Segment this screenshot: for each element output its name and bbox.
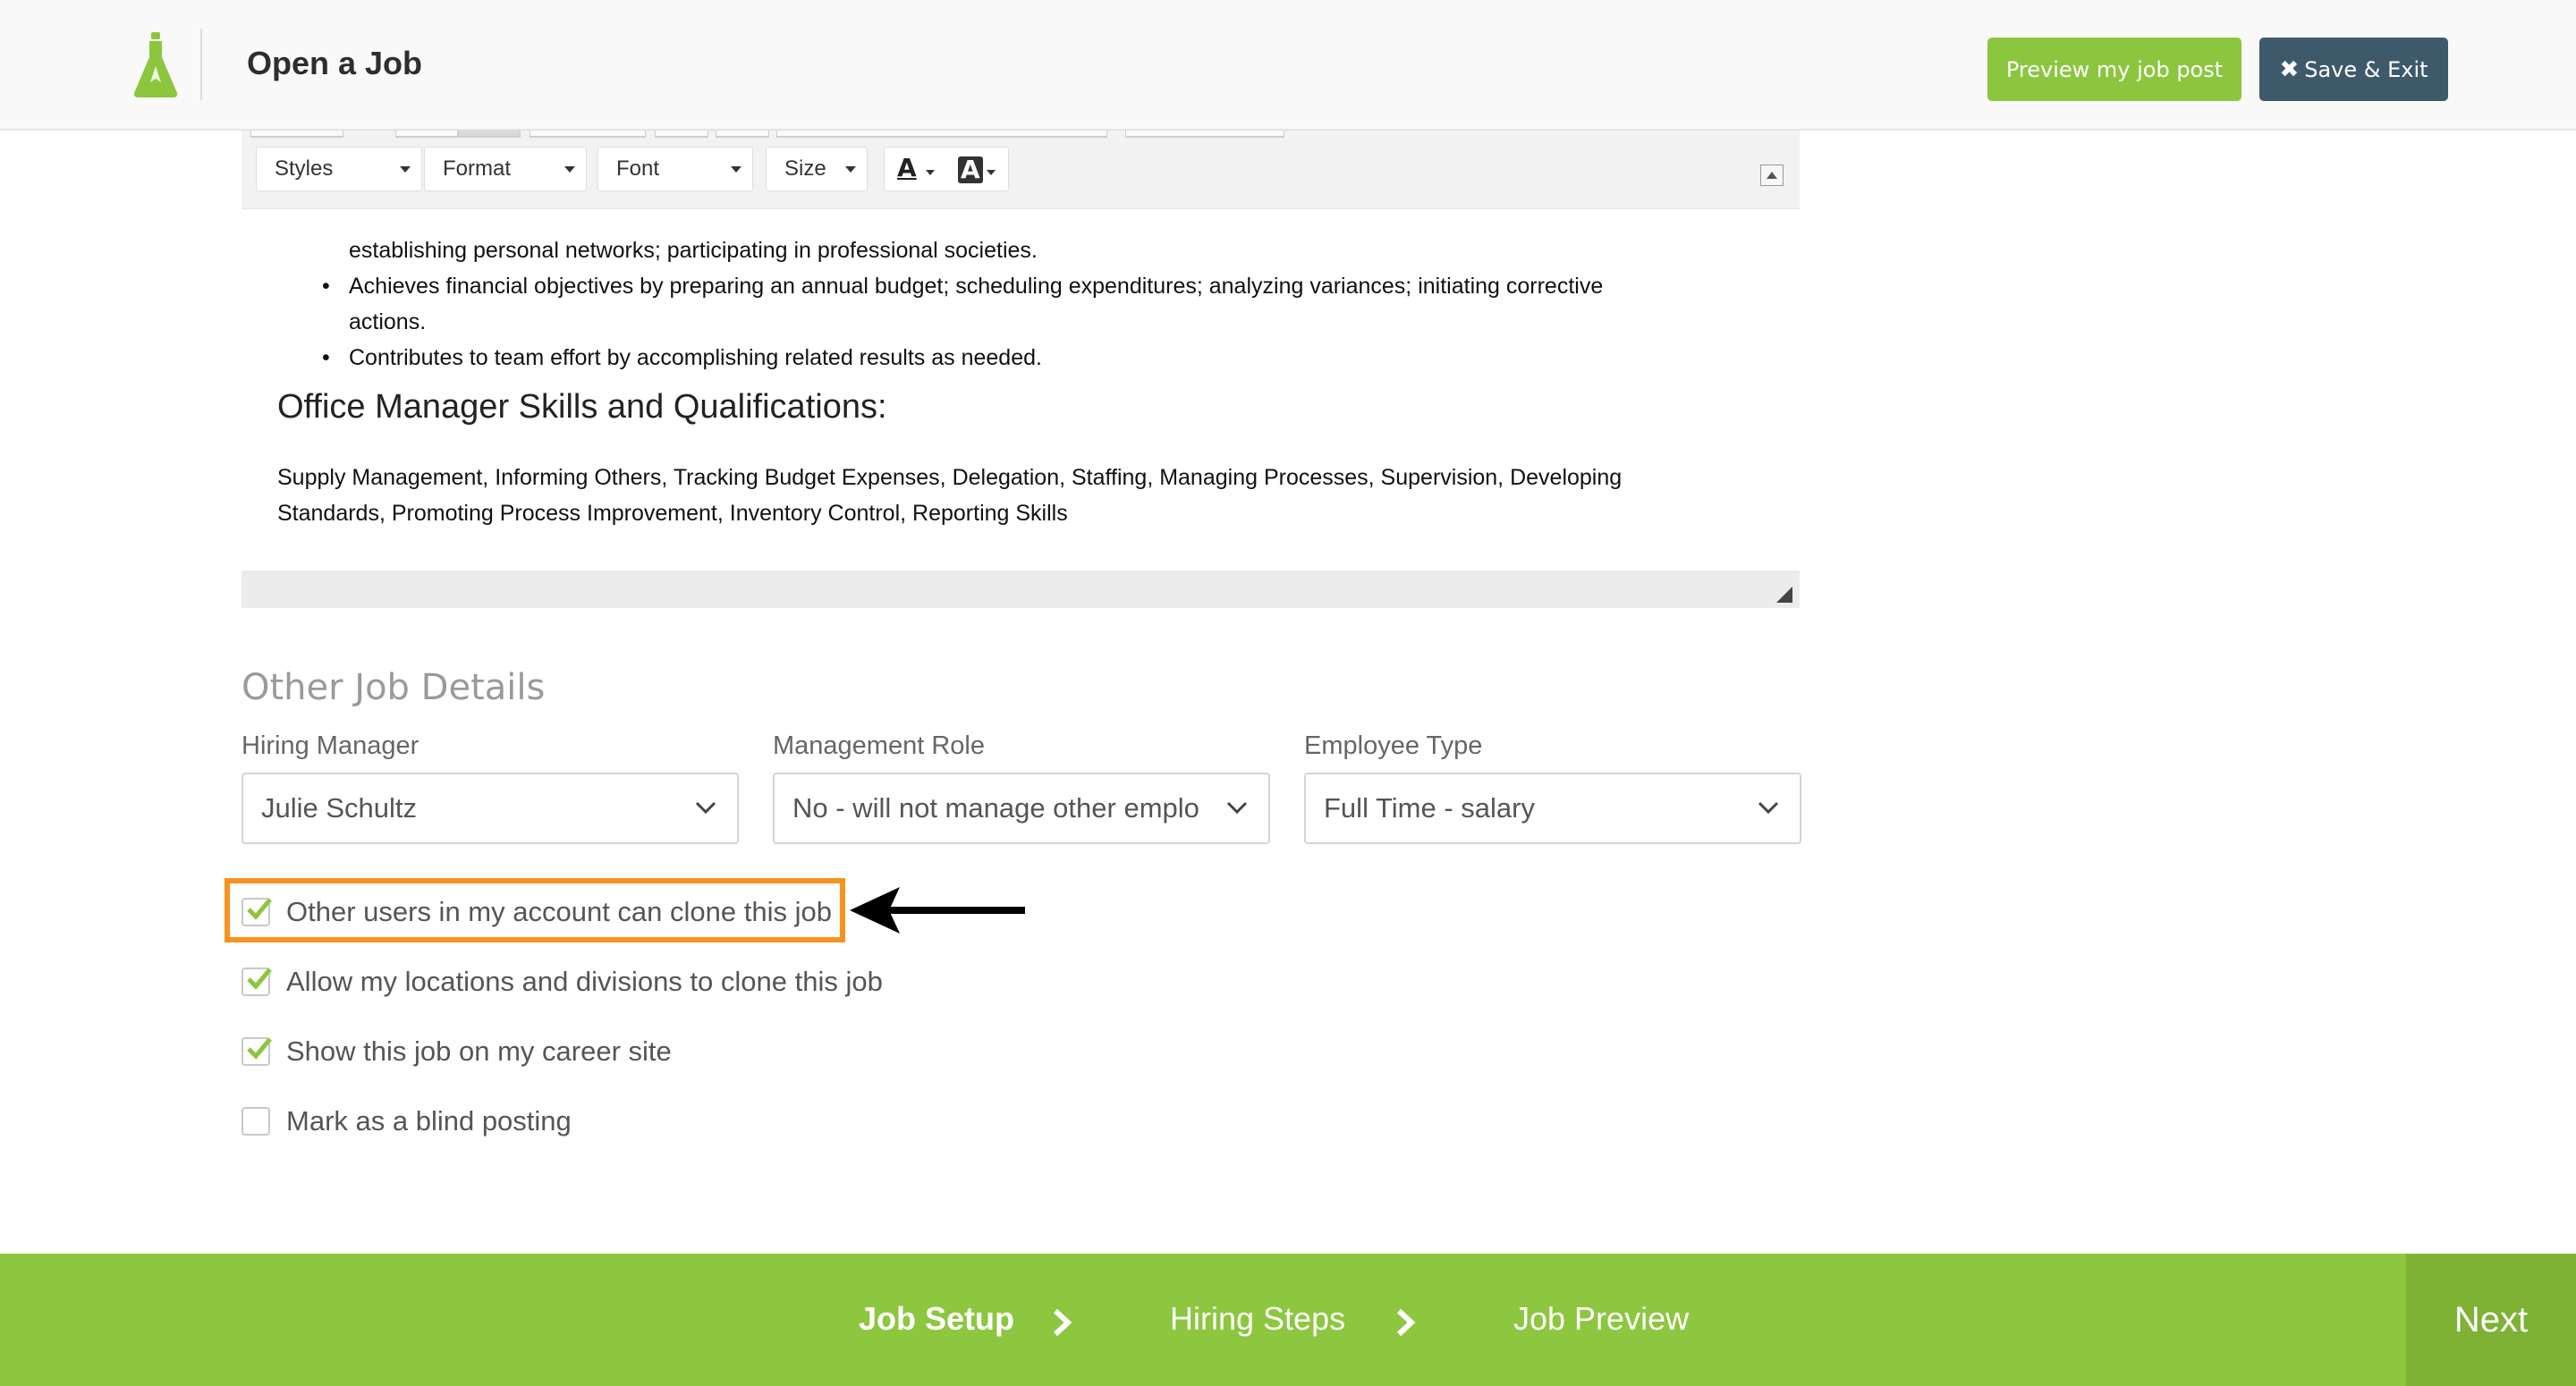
step-job-setup[interactable]: Job Setup — [859, 1300, 1014, 1338]
management-role-select[interactable]: No - will not manage other emplo — [773, 773, 1270, 844]
employee-type-select[interactable]: Full Time - salary — [1304, 773, 1801, 844]
show-on-career-site-label: Show this job on my career site — [286, 1035, 672, 1067]
list-item: • Contributes to team effort by accomplis… — [322, 345, 1042, 370]
chevron-right-icon — [1053, 1308, 1072, 1337]
management-role-label: Management Role — [773, 731, 985, 760]
size-dropdown[interactable]: Size — [766, 147, 868, 191]
chevron-right-icon — [1396, 1308, 1416, 1337]
checkmark-icon — [247, 1037, 272, 1060]
background-color-icon[interactable]: A — [958, 156, 983, 183]
page-title: Open a Job — [247, 45, 423, 81]
list-item-text: establishing personal networks; particip… — [349, 238, 1038, 263]
flask-icon — [133, 32, 178, 97]
toolbar-button-partial[interactable] — [395, 131, 458, 138]
caret-down-icon[interactable] — [926, 170, 935, 175]
show-on-career-site-option[interactable]: Show this job on my career site — [242, 1032, 672, 1071]
toolbar-button-partial[interactable] — [655, 131, 708, 138]
caret-down-icon — [845, 166, 856, 173]
job-description-editor: Styles Format Font Size A A • establishi… — [242, 131, 1800, 608]
skills-text: Supply Management, Informing Others, Tra… — [277, 465, 1623, 526]
hiring-manager-select[interactable]: Julie Schultz — [242, 773, 739, 844]
employee-type-label: Employee Type — [1304, 731, 1483, 760]
font-dropdown[interactable]: Font — [597, 147, 753, 191]
hiring-manager-label: Hiring Manager — [242, 731, 419, 760]
color-buttons: A A — [884, 147, 1009, 191]
list-item: • Achieves financial objectives by prepar… — [322, 274, 1604, 334]
employee-type-value: Full Time - salary — [1324, 792, 1535, 824]
format-dropdown[interactable]: Format — [424, 147, 587, 191]
caret-down-icon — [564, 166, 575, 173]
styles-dropdown[interactable]: Styles — [256, 147, 422, 191]
clone-by-locations-option[interactable]: Allow my locations and divisions to clon… — [242, 962, 883, 1001]
checkmark-icon — [247, 968, 272, 990]
caret-down-icon[interactable] — [987, 170, 996, 175]
toolbar-button-partial[interactable] — [250, 131, 343, 138]
list-item-text: Contributes to team effort by accomplish… — [349, 345, 1042, 370]
save-exit-button[interactable]: ✖ Save & Exit — [2259, 38, 2448, 101]
format-label: Format — [443, 156, 512, 181]
section-title: Other Job Details — [242, 667, 546, 708]
editor-content[interactable]: • establishing personal networks; partic… — [242, 209, 1800, 567]
size-label: Size — [784, 156, 826, 181]
show-on-career-site-checkbox[interactable] — [242, 1037, 272, 1066]
resize-handle-icon[interactable] — [1776, 587, 1792, 603]
styles-label: Styles — [275, 156, 334, 181]
toolbar-button-partial[interactable] — [716, 131, 769, 138]
save-exit-label: Save & Exit — [2304, 56, 2428, 82]
caret-down-icon — [731, 166, 741, 173]
clone-by-locations-checkbox[interactable] — [242, 968, 272, 996]
toolbar-button-partial[interactable] — [530, 131, 646, 138]
hiring-manager-value: Julie Schultz — [261, 792, 418, 824]
step-hiring-steps[interactable]: Hiring Steps — [1170, 1300, 1345, 1338]
header-divider — [200, 29, 202, 100]
next-button[interactable]: Next — [2406, 1254, 2576, 1386]
close-icon: ✖ — [2279, 55, 2300, 83]
clone-by-locations-label: Allow my locations and divisions to clon… — [286, 966, 883, 997]
toolbar-button-partial[interactable] — [458, 131, 521, 138]
app-header: Open a Job Preview my job post ✖ Save & … — [0, 0, 2576, 131]
arrow-left-icon — [850, 887, 1025, 934]
step-job-preview[interactable]: Job Preview — [1513, 1300, 1689, 1338]
collapse-toolbar-button[interactable] — [1760, 165, 1784, 186]
chevron-down-icon — [1758, 801, 1779, 815]
highlight-annotation — [225, 878, 845, 942]
chevron-down-icon — [1226, 801, 1248, 815]
list-item: establishing personal networks; particip… — [349, 232, 1673, 268]
editor-toolbar: Styles Format Font Size A A — [242, 131, 1800, 209]
toolbar-button-partial[interactable] — [776, 131, 1107, 138]
list-item-text: Achieves financial objectives by prepari… — [349, 274, 1604, 334]
toolbar-button-partial[interactable] — [1125, 131, 1284, 138]
wizard-footer: Job Setup Hiring Steps Job Preview Next — [0, 1254, 2576, 1386]
chevron-down-icon — [695, 801, 716, 815]
skills-heading: Office Manager Skills and Qualifications… — [277, 388, 887, 426]
editor-footer — [242, 570, 1800, 608]
blind-posting-checkbox[interactable] — [242, 1107, 270, 1136]
management-role-value: No - will not manage other emplo — [792, 792, 1199, 824]
caret-down-icon — [400, 166, 411, 173]
preview-job-post-button[interactable]: Preview my job post — [1987, 38, 2241, 101]
blind-posting-option[interactable]: Mark as a blind posting — [242, 1102, 572, 1141]
text-color-icon[interactable]: A — [897, 153, 917, 182]
responsibilities-list: • establishing personal networks; partic… — [322, 209, 1673, 376]
blind-posting-label: Mark as a blind posting — [286, 1105, 572, 1137]
font-label: Font — [616, 156, 660, 181]
